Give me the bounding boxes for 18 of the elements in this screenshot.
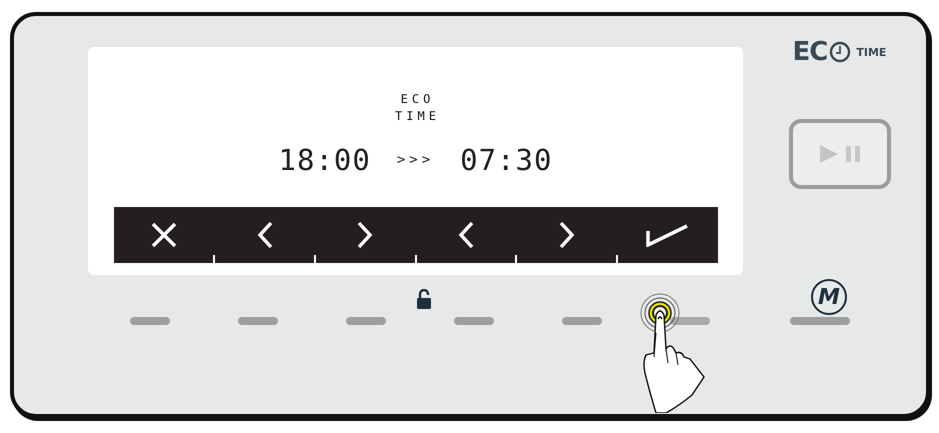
mode-label: ECO	[400, 91, 434, 108]
start-time: 18:00	[278, 143, 371, 177]
chevron-left-icon[interactable]	[458, 221, 474, 249]
clock-icon	[829, 41, 852, 63]
logo-text: TIME	[856, 46, 886, 58]
check-icon[interactable]	[645, 223, 690, 247]
chevron-right-icon[interactable]	[357, 221, 374, 249]
touch-pad[interactable]	[670, 317, 710, 325]
arrows-text: >>>	[396, 152, 434, 168]
end-time: 07:30	[460, 143, 552, 177]
menu-button[interactable]: M	[811, 279, 847, 315]
mode-label: TIME	[394, 108, 440, 125]
close-icon[interactable]	[150, 222, 177, 248]
play-pause-icon	[818, 143, 862, 165]
start-pause-button[interactable]	[788, 119, 890, 189]
chevron-right-icon[interactable]	[558, 221, 575, 249]
logo-text: EC	[792, 37, 828, 67]
chevron-left-icon[interactable]	[256, 221, 272, 249]
